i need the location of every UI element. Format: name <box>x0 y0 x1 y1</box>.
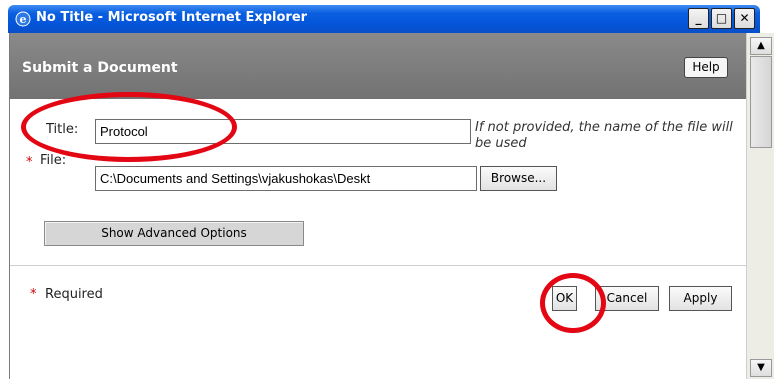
vertical-scrollbar[interactable]: ▲ ▼ <box>746 33 774 379</box>
maximize-button[interactable]: □ <box>711 8 732 29</box>
maximize-icon: □ <box>715 11 728 25</box>
divider <box>10 265 746 266</box>
title-hint: If not provided, the name of the file wi… <box>475 120 733 151</box>
ie-window: e No Title - Microsoft Internet Explorer… <box>0 0 778 379</box>
ie-icon: e <box>15 11 31 27</box>
required-legend: Required <box>45 287 103 302</box>
window-title: No Title - Microsoft Internet Explorer <box>36 10 308 25</box>
browse-button[interactable]: Browse... <box>480 166 557 191</box>
svg-text:e: e <box>20 13 27 26</box>
required-legend-marker: * <box>30 287 37 302</box>
scroll-down-icon[interactable]: ▼ <box>750 359 772 377</box>
scroll-thumb[interactable] <box>750 56 772 148</box>
title-bar: e No Title - Microsoft Internet Explorer… <box>8 5 760 33</box>
annotation-oval-title <box>21 92 237 162</box>
help-button[interactable]: Help <box>684 57 728 78</box>
minimize-icon: _ <box>695 11 702 25</box>
file-path-input[interactable]: C:\Documents and Settings\vjakushokas\De… <box>95 166 477 191</box>
scroll-up-icon[interactable]: ▲ <box>750 37 772 55</box>
close-icon: ✕ <box>739 11 750 25</box>
required-marker: * <box>26 155 33 170</box>
page-title: Submit a Document <box>22 60 178 76</box>
file-label: File: <box>40 153 67 168</box>
minimize-button[interactable]: _ <box>688 8 709 29</box>
dialog-header: Submit a Document Help <box>10 33 746 99</box>
page-content: Submit a Document Help Title: Protocol I… <box>9 33 774 379</box>
close-button[interactable]: ✕ <box>734 8 755 29</box>
annotation-oval-ok <box>540 273 606 333</box>
show-advanced-options-button[interactable]: Show Advanced Options <box>44 221 304 246</box>
apply-button[interactable]: Apply <box>669 286 732 311</box>
